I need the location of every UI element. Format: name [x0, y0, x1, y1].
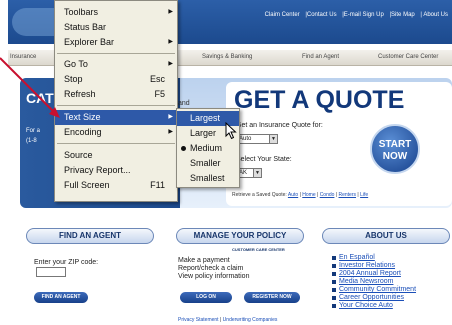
annotation-arrow-icon — [0, 57, 60, 118]
